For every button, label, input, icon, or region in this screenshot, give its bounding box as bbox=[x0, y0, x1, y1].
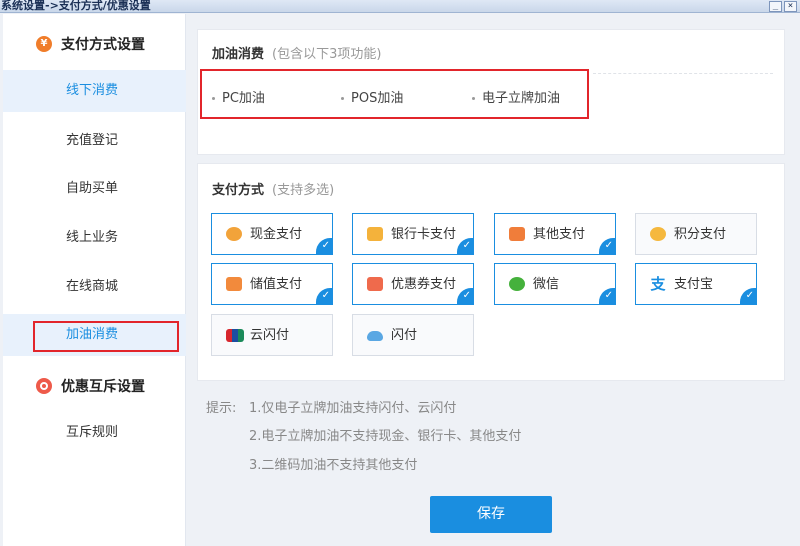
stored-value-icon bbox=[226, 277, 242, 291]
pay-method-label: 现金支付 bbox=[250, 227, 303, 242]
coupon-icon bbox=[367, 277, 383, 291]
window-title: 系统设置->支付方式/优惠设置 bbox=[1, 0, 151, 12]
sidebar-item-recharge[interactable]: 充值登记 bbox=[3, 120, 186, 162]
sidebar-item-offline[interactable]: 线下消费 bbox=[3, 70, 186, 112]
highlight-box bbox=[33, 321, 179, 352]
alipay-icon: 支 bbox=[650, 275, 666, 293]
window-titlebar: 系统设置->支付方式/优惠设置 _ × bbox=[0, 0, 800, 13]
check-icon: ✓ bbox=[599, 238, 615, 254]
check-icon: ✓ bbox=[457, 238, 473, 254]
check-icon: ✓ bbox=[740, 288, 756, 304]
sidebar-group-promo: 优惠互斥设置 bbox=[3, 366, 186, 406]
pay-method-other[interactable]: 其他支付 ✓ bbox=[494, 213, 616, 255]
sidebar-group-payment-label: 支付方式设置 bbox=[61, 37, 145, 53]
divider bbox=[593, 73, 773, 74]
save-button[interactable]: 保存 bbox=[430, 496, 552, 533]
pay-method-stored-value[interactable]: 储值支付 ✓ bbox=[211, 263, 333, 305]
pay-method-label: 云闪付 bbox=[250, 328, 290, 343]
payment-settings-icon bbox=[36, 36, 52, 52]
sidebar-item-fuel[interactable]: 加油消费 bbox=[3, 314, 186, 356]
other-pay-icon bbox=[509, 227, 525, 241]
minimize-button[interactable]: _ bbox=[769, 1, 782, 12]
pay-method-points[interactable]: 积分支付 bbox=[635, 213, 757, 255]
function-kiosk-fuel: 电子立牌加油 bbox=[472, 87, 560, 106]
check-icon: ✓ bbox=[316, 288, 332, 304]
sidebar-item-self-checkout[interactable]: 自助买单 bbox=[3, 168, 186, 210]
function-pos-fuel: POS加油 bbox=[341, 87, 403, 106]
sidebar-group-payment: 支付方式设置 bbox=[3, 24, 186, 64]
pay-method-label: 优惠券支付 bbox=[391, 277, 457, 292]
close-button[interactable]: × bbox=[784, 1, 797, 12]
pay-method-unionpay[interactable]: 云闪付 bbox=[211, 314, 333, 356]
pay-method-label: 储值支付 bbox=[250, 277, 303, 292]
cash-icon bbox=[226, 227, 242, 241]
wechat-icon bbox=[509, 277, 525, 291]
payment-methods-card: 支付方式 (支持多选) 现金支付 ✓ 银行卡支付 ✓ 其他支付 ✓ 积分支付 储值… bbox=[197, 163, 785, 381]
function-pc-fuel: PC加油 bbox=[212, 87, 265, 106]
unionpay-icon bbox=[226, 329, 244, 342]
payment-card-title-text: 支付方式 bbox=[212, 183, 265, 198]
pay-method-label: 微信 bbox=[533, 277, 560, 292]
points-icon bbox=[650, 227, 666, 241]
pay-method-cash[interactable]: 现金支付 ✓ bbox=[211, 213, 333, 255]
fuel-card-title: 加油消费 (包含以下3项功能) bbox=[212, 43, 381, 62]
pay-method-label: 支付宝 bbox=[674, 277, 714, 292]
hint-line-2: 2.电子立牌加油不支持现金、银行卡、其他支付 bbox=[249, 429, 522, 444]
sidebar-item-exclusion-rules[interactable]: 互斥规则 bbox=[3, 412, 186, 454]
promo-settings-icon bbox=[36, 378, 52, 394]
pay-method-wechat[interactable]: 微信 ✓ bbox=[494, 263, 616, 305]
payment-card-title: 支付方式 (支持多选) bbox=[212, 179, 334, 198]
pay-method-label: 闪付 bbox=[391, 328, 418, 343]
check-icon: ✓ bbox=[599, 288, 615, 304]
fuel-card-subtitle: (包含以下3项功能) bbox=[272, 47, 382, 62]
payment-card-subtitle: (支持多选) bbox=[272, 183, 335, 198]
sidebar-group-promo-label: 优惠互斥设置 bbox=[61, 379, 145, 395]
hint-prefix: 提示: bbox=[206, 401, 237, 416]
pay-method-alipay[interactable]: 支 支付宝 ✓ bbox=[635, 263, 757, 305]
check-icon: ✓ bbox=[457, 288, 473, 304]
fuel-functions-card: 加油消费 (包含以下3项功能) PC加油 POS加油 电子立牌加油 bbox=[197, 29, 785, 155]
quickpass-icon bbox=[367, 331, 383, 341]
check-icon: ✓ bbox=[316, 238, 332, 254]
pay-method-label: 银行卡支付 bbox=[391, 227, 457, 242]
bank-card-icon bbox=[367, 227, 383, 241]
pay-method-label: 积分支付 bbox=[674, 227, 727, 242]
hint-line-3: 3.二维码加油不支持其他支付 bbox=[249, 458, 418, 473]
pay-method-coupon[interactable]: 优惠券支付 ✓ bbox=[352, 263, 474, 305]
sidebar-item-online-mall[interactable]: 在线商城 bbox=[3, 266, 186, 308]
hint-line-1: 1.仅电子立牌加油支持闪付、云闪付 bbox=[249, 401, 457, 416]
pay-method-quickpass[interactable]: 闪付 bbox=[352, 314, 474, 356]
sidebar: 支付方式设置 线下消费 充值登记 自助买单 线上业务 在线商城 加油消费 优惠互… bbox=[3, 14, 186, 546]
pay-method-bank-card[interactable]: 银行卡支付 ✓ bbox=[352, 213, 474, 255]
fuel-card-title-text: 加油消费 bbox=[212, 47, 265, 62]
pay-method-label: 其他支付 bbox=[533, 227, 586, 242]
sidebar-item-online-business[interactable]: 线上业务 bbox=[3, 217, 186, 259]
